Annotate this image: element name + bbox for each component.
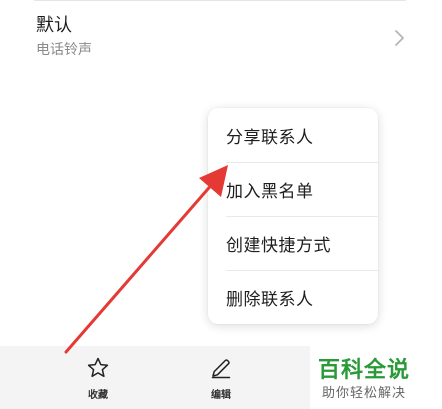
edit-button[interactable]: 编辑 xyxy=(191,352,251,406)
ringtone-subtitle: 电话铃声 xyxy=(36,42,92,58)
edit-label: 编辑 xyxy=(211,390,231,401)
menu-item-add-to-blacklist[interactable]: 加入黑名单 xyxy=(208,162,378,216)
menu-item-label: 删除联系人 xyxy=(226,289,314,310)
watermark-title: 百科全说 xyxy=(318,358,411,383)
favorite-button[interactable]: 收藏 xyxy=(68,352,128,406)
watermark-subtitle: 助你轻松解决 xyxy=(322,386,407,401)
menu-item-share-contact[interactable]: 分享联系人 xyxy=(208,108,378,162)
popup-menu: 分享联系人 加入黑名单 创建快捷方式 删除联系人 xyxy=(208,108,378,324)
menu-item-label: 加入黑名单 xyxy=(226,181,314,202)
ringtone-setting-row[interactable]: 默认 电话铃声 xyxy=(0,0,442,78)
menu-item-label: 分享联系人 xyxy=(226,127,314,148)
ringtone-title: 默认 xyxy=(36,15,72,36)
watermark-logo: 百科全说 助你轻松解决 xyxy=(310,346,442,409)
menu-item-create-shortcut[interactable]: 创建快捷方式 xyxy=(208,216,378,270)
menu-item-delete-contact[interactable]: 删除联系人 xyxy=(208,270,378,324)
chevron-right-icon xyxy=(395,30,404,46)
star-outline-icon xyxy=(87,357,109,378)
favorite-label: 收藏 xyxy=(88,390,108,401)
pencil-icon xyxy=(211,359,231,379)
menu-item-label: 创建快捷方式 xyxy=(226,235,331,256)
